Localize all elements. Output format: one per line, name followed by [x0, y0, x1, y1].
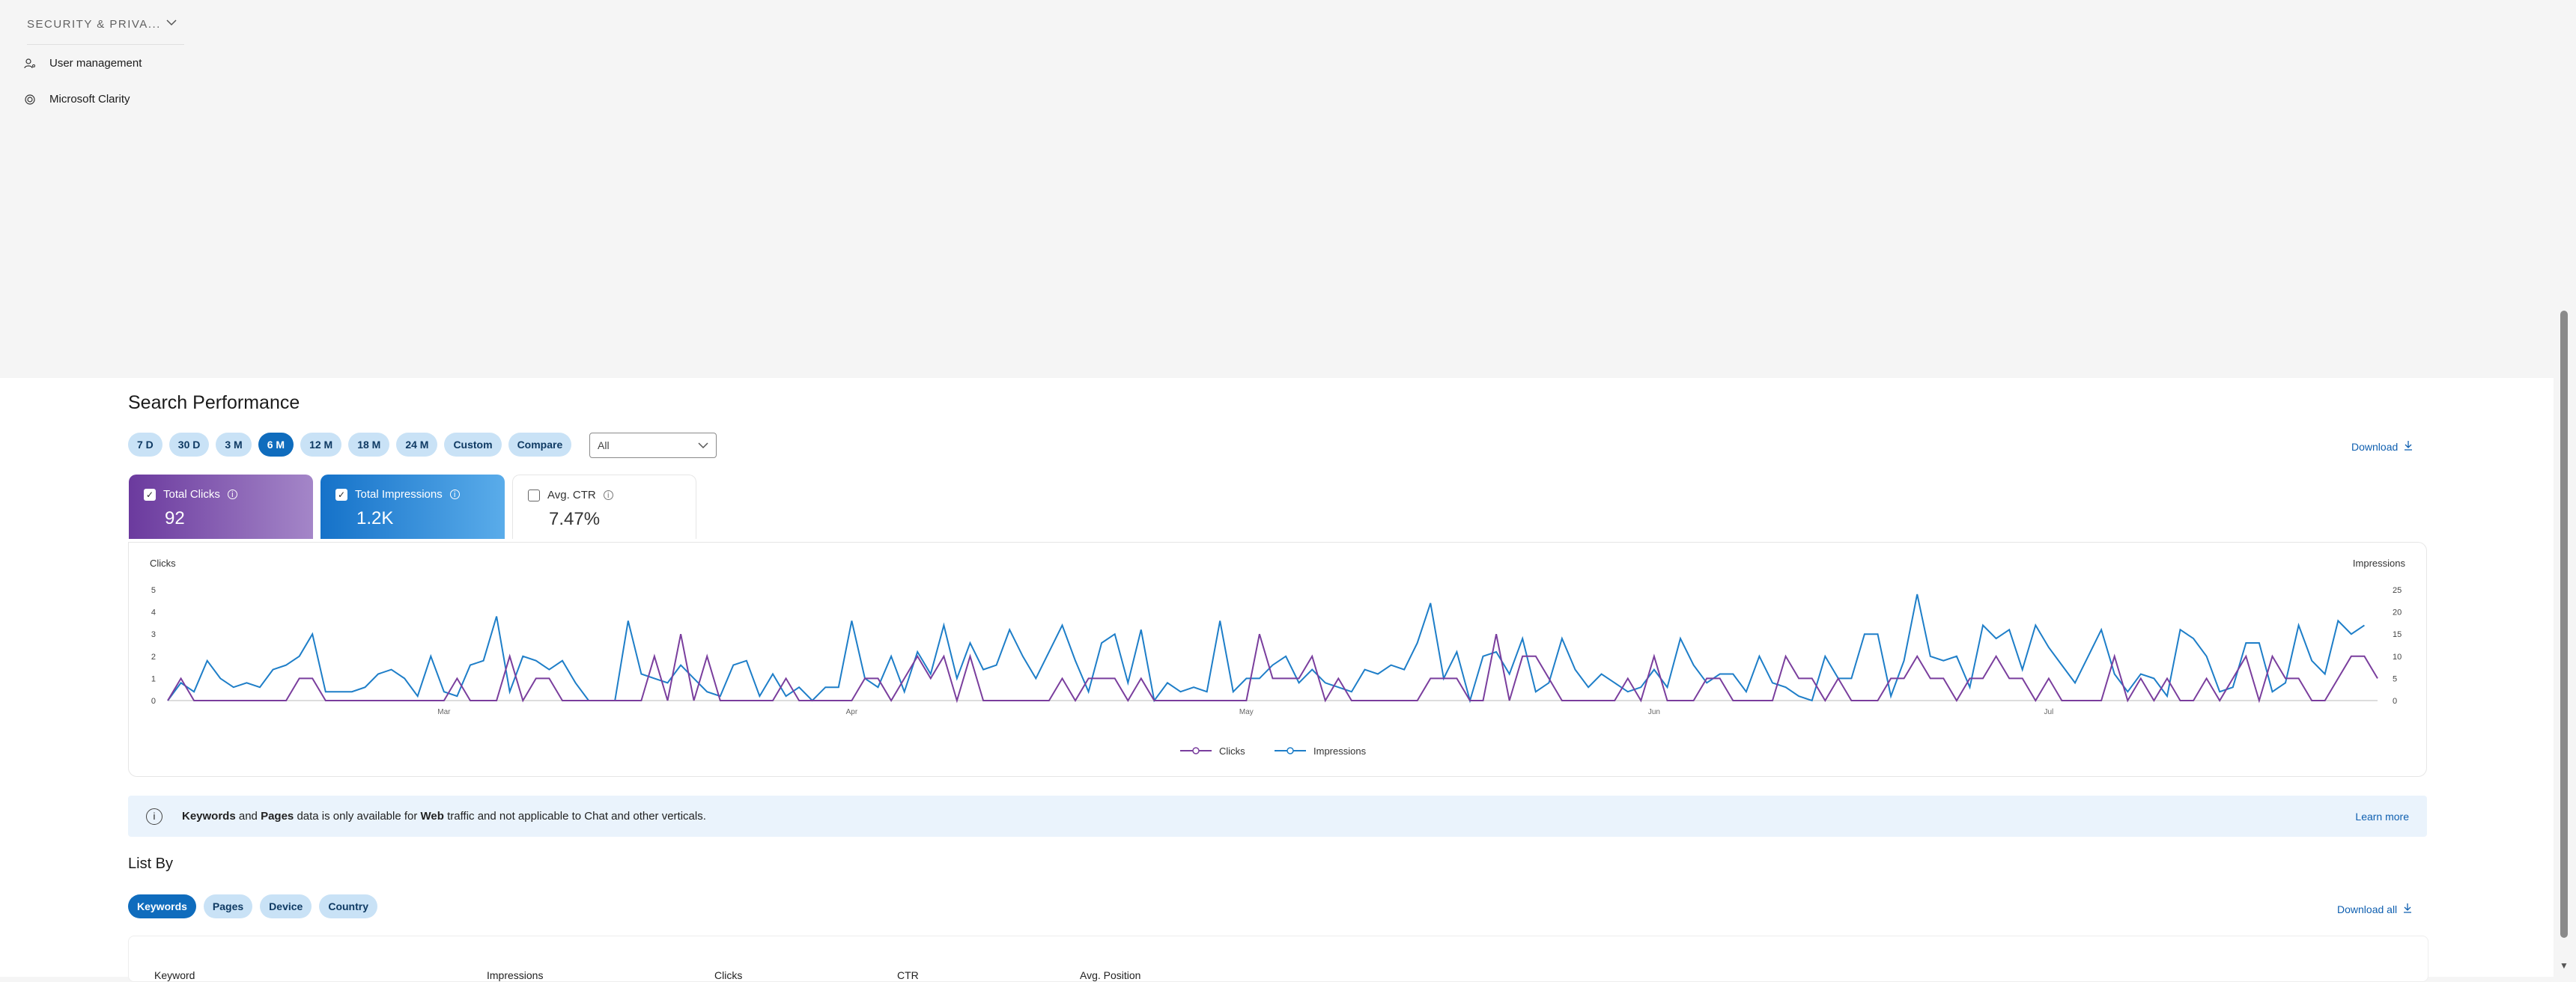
left-tick-label: 2	[151, 653, 156, 662]
clarity-icon	[24, 94, 36, 106]
download-icon	[2403, 903, 2412, 915]
keywords-table	[128, 936, 2428, 982]
x-tick-label: Jun	[1648, 708, 1660, 716]
column-header-keyword[interactable]: Keyword	[154, 969, 195, 981]
column-header-avg-position[interactable]: Avg. Position	[1080, 969, 1140, 981]
sidebar-item-user-management[interactable]: User management	[24, 57, 142, 70]
performance-chart: Clicks Impressions 0 1 2 3 4 5 0 5 10 15 20 25 Mar…	[150, 558, 2406, 757]
range-30d-button[interactable]: 30 D	[168, 433, 210, 457]
x-tick-label: Apr	[846, 708, 858, 716]
left-axis-label: Clicks	[150, 558, 176, 569]
checkbox-checked-icon[interactable]: ✓	[335, 488, 347, 501]
left-tick-label: 1	[151, 674, 156, 683]
legend-label-clicks: Clicks	[1219, 745, 1245, 757]
scrollbar-thumb[interactable]	[2560, 311, 2568, 938]
download-button[interactable]: Download	[2351, 440, 2413, 453]
right-tick-label: 0	[2393, 697, 2397, 706]
range-12m-button[interactable]: 12 M	[300, 433, 342, 457]
right-tick-label: 10	[2393, 653, 2402, 662]
metric-value: 7.47%	[549, 509, 601, 529]
list-by-title: List By	[128, 856, 174, 872]
left-tick-label: 5	[151, 586, 156, 595]
person-key-icon	[24, 58, 36, 70]
column-header-clicks[interactable]: Clicks	[714, 969, 742, 981]
left-tick-label: 3	[151, 630, 156, 639]
metric-value: 1.2K	[356, 508, 394, 528]
info-icon[interactable]: i	[603, 490, 613, 500]
banner-text: Keywords and Pages data is only availabl…	[182, 810, 706, 823]
metric-label: Total Impressions	[355, 488, 443, 501]
metric-card-clicks[interactable]: ✓ Total Clicks i 92	[129, 475, 313, 539]
sidebar-section-security[interactable]: SECURITY & PRIVA...	[27, 18, 184, 45]
sidebar-item-microsoft-clarity[interactable]: Microsoft Clarity	[24, 93, 130, 106]
metric-label: Avg. CTR	[547, 489, 596, 501]
info-banner: i Keywords and Pages data is only availa…	[128, 796, 2427, 837]
tab-country[interactable]: Country	[319, 894, 377, 918]
download-icon	[2404, 440, 2413, 453]
tab-keywords[interactable]: Keywords	[128, 894, 196, 918]
sidebar-item-label: User management	[49, 57, 142, 70]
download-all-label: Download all	[2337, 903, 2398, 915]
metric-label: Total Clicks	[163, 488, 220, 501]
chevron-down-icon[interactable]	[166, 16, 177, 30]
range-custom-button[interactable]: Custom	[444, 433, 502, 457]
right-axis-label: Impressions	[2353, 558, 2406, 569]
download-all-button[interactable]: Download all	[2337, 903, 2412, 915]
learn-more-link[interactable]: Learn more	[2355, 811, 2409, 823]
legend-item-clicks[interactable]: Clicks	[1180, 745, 1245, 757]
range-24m-button[interactable]: 24 M	[396, 433, 438, 457]
legend-item-impressions[interactable]: Impressions	[1275, 745, 1367, 757]
chevron-down-icon	[698, 439, 708, 451]
chart-legend: Clicks Impressions	[1180, 745, 1367, 757]
x-tick-label: May	[1239, 708, 1254, 716]
scrollbar[interactable]: ▲ ▼	[2554, 0, 2576, 977]
right-tick-label: 20	[2393, 609, 2402, 617]
metric-card-ctr[interactable]: Avg. CTR i 7.47%	[512, 475, 696, 539]
range-6m-button[interactable]: 6 M	[258, 433, 294, 457]
page-title: Search Performance	[128, 392, 300, 413]
filter-value: All	[598, 439, 610, 451]
left-tick-label: 4	[151, 609, 156, 617]
column-header-ctr[interactable]: CTR	[897, 969, 919, 981]
x-tick-label: Mar	[437, 708, 451, 716]
range-7d-button[interactable]: 7 D	[128, 433, 162, 457]
info-icon: i	[146, 808, 162, 825]
right-tick-label: 15	[2393, 630, 2402, 639]
info-icon[interactable]: i	[227, 490, 237, 499]
sidebar-item-label: Microsoft Clarity	[49, 93, 130, 106]
chart-container: Clicks Impressions 0 1 2 3 4 5 0 5 10 15 20 25 Mar…	[128, 542, 2427, 777]
checkbox-checked-icon[interactable]: ✓	[144, 488, 156, 501]
checkbox-unchecked-icon[interactable]	[528, 489, 540, 501]
left-tick-label: 0	[151, 697, 156, 706]
download-label: Download	[2351, 440, 2399, 453]
right-tick-label: 5	[2393, 674, 2397, 683]
series-line-impressions	[167, 594, 2365, 704]
info-icon[interactable]: i	[449, 490, 460, 499]
x-tick-label: Jul	[2044, 708, 2053, 716]
right-tick-label: 25	[2393, 586, 2402, 595]
tab-device[interactable]: Device	[260, 894, 312, 918]
metric-card-impressions[interactable]: ✓ Total Impressions i 1.2K	[321, 475, 505, 539]
column-header-impressions[interactable]: Impressions	[487, 969, 543, 981]
sidebar-section-title: SECURITY & PRIVA...	[27, 18, 161, 31]
range-18m-button[interactable]: 18 M	[348, 433, 390, 457]
scroll-down-icon[interactable]: ▼	[2560, 960, 2569, 971]
list-by-tabs: Keywords Pages Device Country	[128, 894, 377, 918]
filter-dropdown[interactable]: All	[589, 433, 717, 458]
metric-value: 92	[165, 508, 185, 528]
tab-pages[interactable]: Pages	[203, 894, 253, 918]
compare-button[interactable]: Compare	[508, 433, 572, 457]
range-3m-button[interactable]: 3 M	[216, 433, 252, 457]
time-range-tabs: 7 D 30 D 3 M 6 M 12 M 18 M 24 M Custom C…	[128, 433, 572, 457]
legend-label-impressions: Impressions	[1313, 745, 1367, 757]
